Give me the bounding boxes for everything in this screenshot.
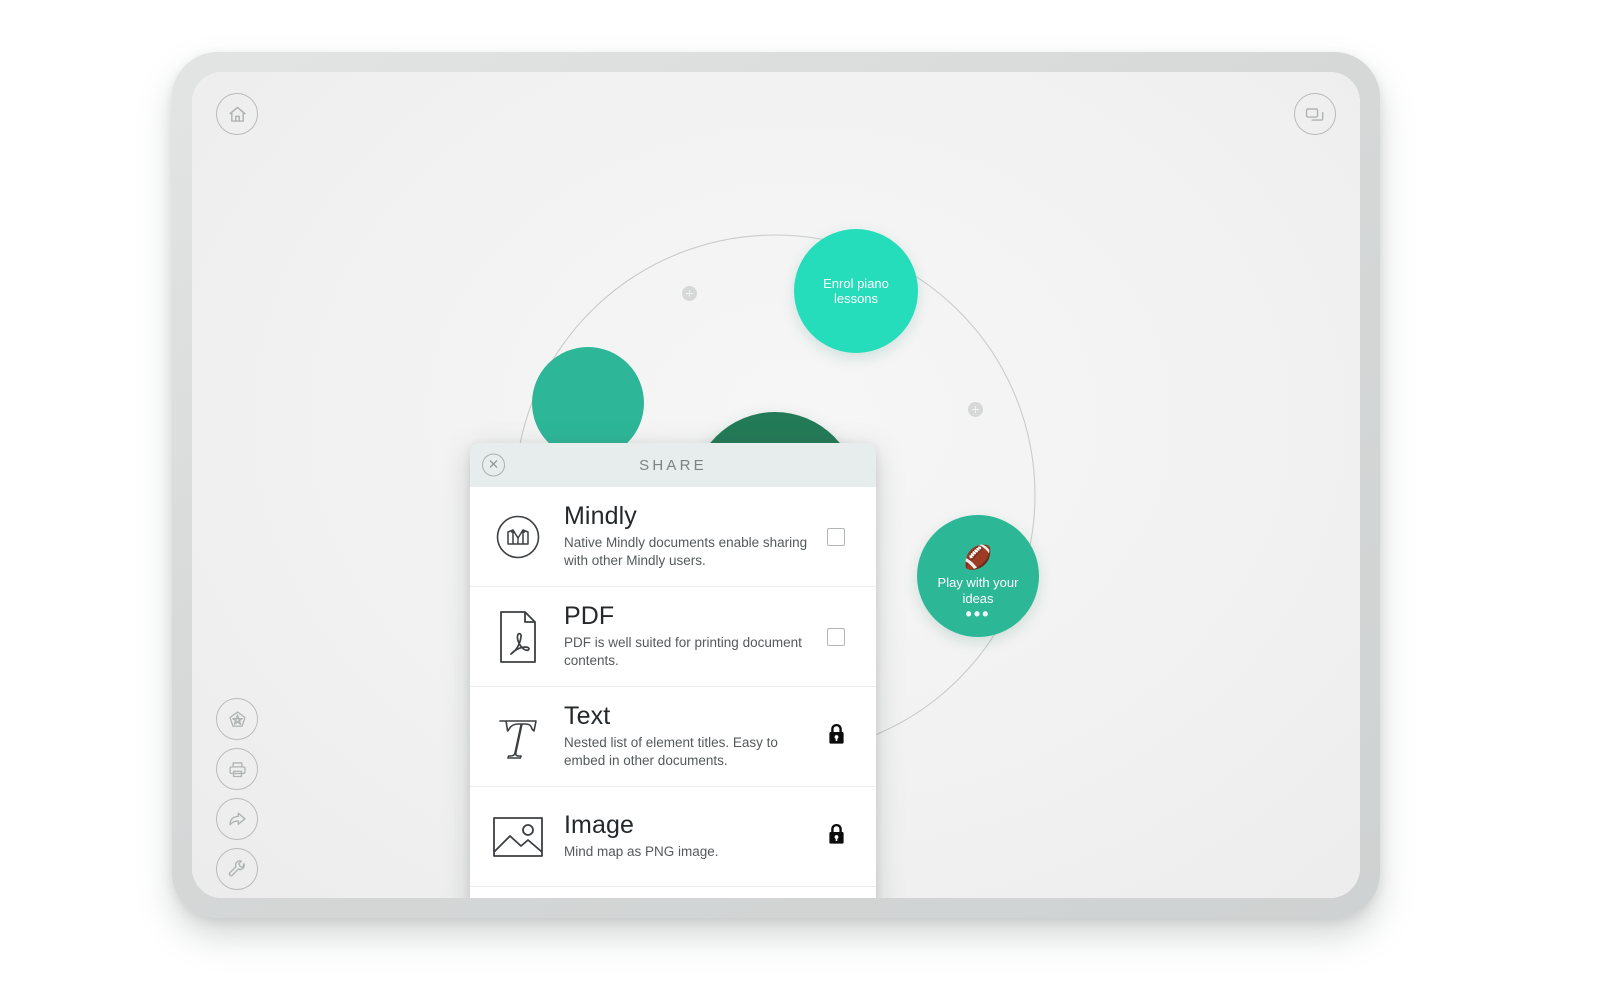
pdf-file-icon	[486, 609, 550, 665]
favorites-star-button[interactable]	[216, 698, 258, 740]
share-option-description: Native Mindly documents enable sharing w…	[564, 535, 808, 568]
left-toolbar	[216, 698, 258, 890]
presentation-screens-icon	[1304, 104, 1326, 125]
share-option-text: Image Mind map as PNG image.	[550, 812, 814, 861]
share-button[interactable]	[216, 798, 258, 840]
print-button[interactable]	[216, 748, 258, 790]
image-picture-icon	[486, 815, 550, 859]
lock-icon	[827, 723, 846, 750]
lock-icon	[827, 823, 846, 850]
mindly-checkbox[interactable]	[827, 527, 845, 546]
share-option-text: Text Nested list of element titles. Easy…	[550, 703, 814, 770]
share-option-action[interactable]	[814, 823, 858, 850]
share-option-description: Nested list of element titles. Easy to e…	[564, 735, 778, 768]
node-more-dots[interactable]: •••	[917, 605, 1039, 623]
football-emoji: 🏈	[963, 544, 993, 571]
pdf-checkbox[interactable]	[827, 627, 845, 646]
share-option-title: Image	[564, 811, 634, 840]
share-option-description: Mind map as PNG image.	[564, 844, 719, 860]
text-t-icon	[486, 711, 550, 763]
close-icon	[488, 456, 499, 474]
mindmap-node-enrol[interactable]: Enrol piano lessons	[794, 229, 918, 353]
home-button[interactable]	[216, 93, 258, 135]
share-option-opml[interactable]: OPML OPML contains titles and notes. For…	[470, 887, 876, 898]
share-option-text-format[interactable]: Text Nested list of element titles. Easy…	[470, 687, 876, 787]
wrench-icon	[227, 859, 248, 880]
mindly-logo-icon	[486, 511, 550, 563]
share-option-title: Text	[564, 702, 611, 731]
share-option-title: PDF	[564, 602, 615, 631]
share-option-pdf[interactable]: PDF PDF is well suited for printing docu…	[470, 587, 876, 687]
share-option-title: Mindly	[564, 502, 637, 531]
settings-button[interactable]	[216, 848, 258, 890]
share-option-image[interactable]: Image Mind map as PNG image.	[470, 787, 876, 887]
share-panel-header: SHARE	[470, 443, 876, 487]
node-label: Play with your ideas	[937, 575, 1019, 606]
star-pentagon-icon	[227, 709, 248, 730]
presentation-button[interactable]	[1294, 93, 1336, 135]
add-node-plus-icon[interactable]	[682, 286, 697, 301]
add-node-plus-icon[interactable]	[968, 402, 983, 417]
share-option-text: Mindly Native Mindly documents enable sh…	[550, 503, 814, 570]
share-panel-title: SHARE	[639, 456, 707, 474]
share-panel: SHARE Mindly Native Mindly documents ena…	[470, 443, 876, 898]
tablet-screen: Enrol piano lessons 😊 Welcome! 🏈 Play wi…	[192, 72, 1360, 898]
share-option-action[interactable]	[814, 527, 858, 546]
home-icon	[227, 104, 248, 125]
share-option-description: PDF is well suited for printing document…	[564, 635, 802, 668]
share-options-list: Mindly Native Mindly documents enable sh…	[470, 487, 876, 898]
share-option-action[interactable]	[814, 627, 858, 646]
node-label: Enrol piano lessons	[823, 275, 889, 306]
share-option-action[interactable]	[814, 723, 858, 750]
close-button[interactable]	[482, 453, 505, 477]
mindmap-node-play[interactable]: 🏈 Play with your ideas •••	[917, 515, 1039, 637]
share-arrow-icon	[226, 809, 248, 830]
printer-icon	[227, 759, 248, 780]
share-option-text: PDF PDF is well suited for printing docu…	[550, 603, 814, 670]
screenshot-root: Enrol piano lessons 😊 Welcome! 🏈 Play wi…	[0, 0, 1600, 1000]
share-option-mindly[interactable]: Mindly Native Mindly documents enable sh…	[470, 487, 876, 587]
